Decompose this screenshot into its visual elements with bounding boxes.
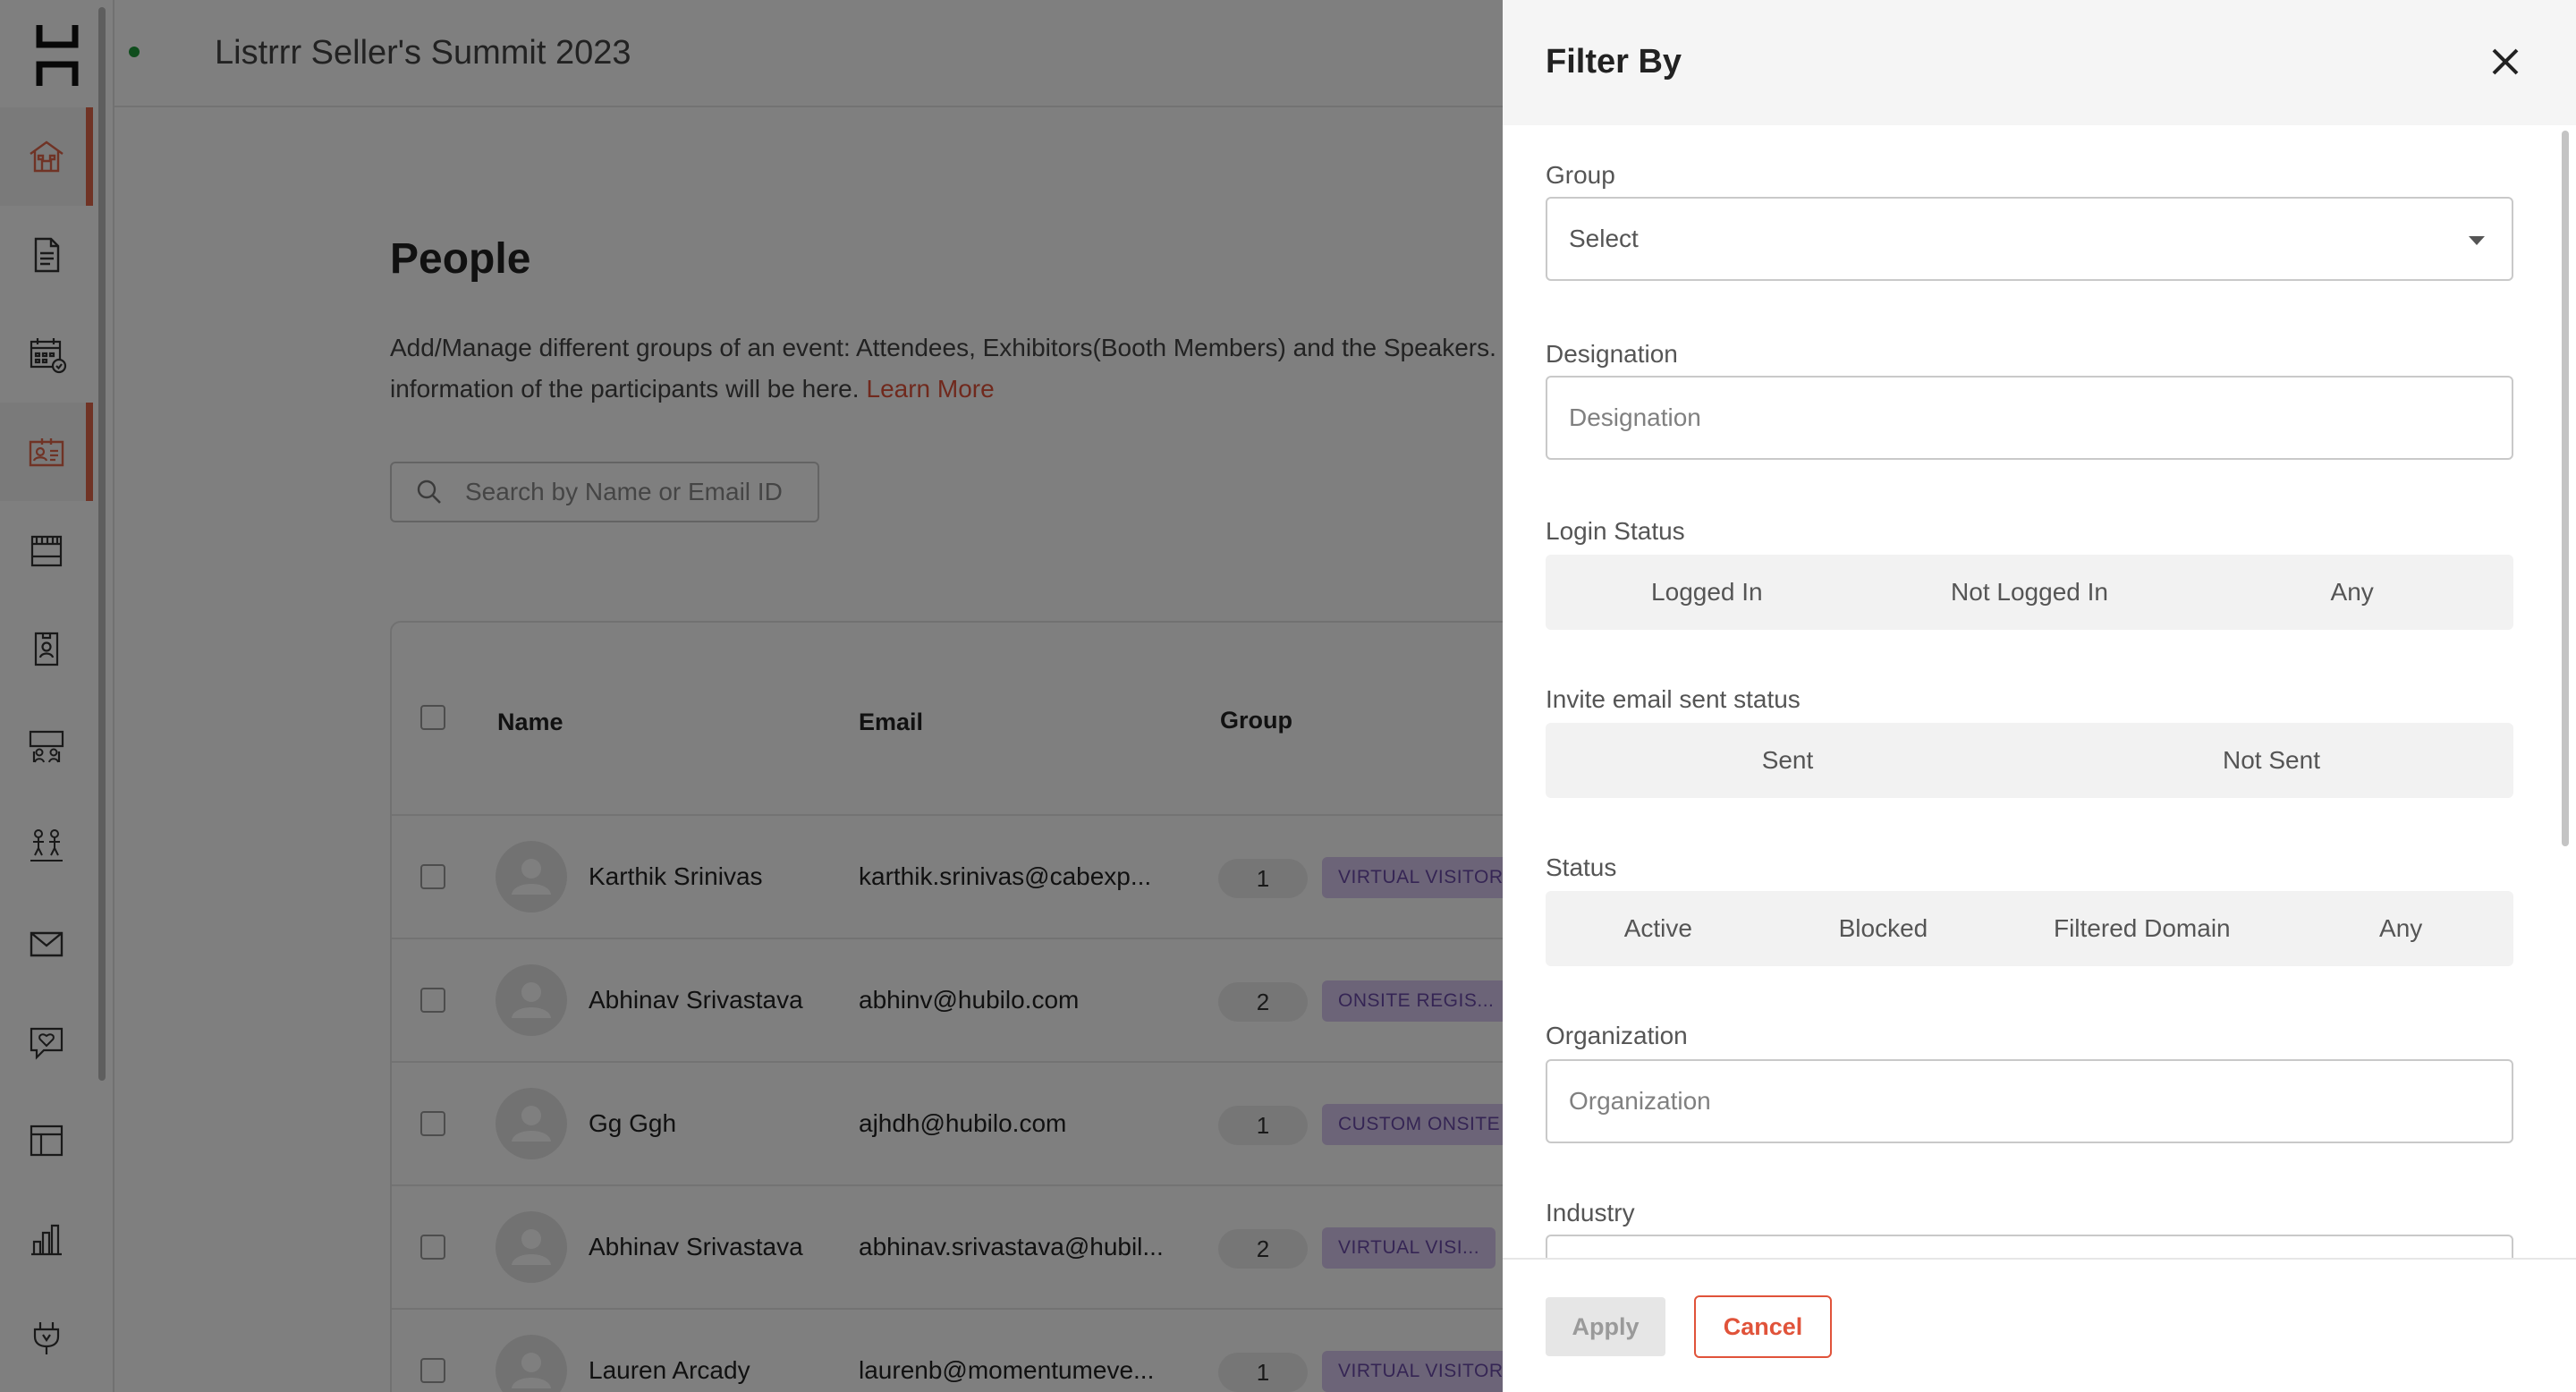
filter-drawer-header: Filter By	[1503, 0, 2576, 125]
industry-label: Industry	[1546, 1199, 1635, 1226]
industry-select[interactable]	[1546, 1235, 2513, 1258]
cancel-button[interactable]: Cancel	[1694, 1295, 1832, 1358]
group-select[interactable]: Select	[1546, 197, 2513, 281]
drawer-scrollbar[interactable]	[2562, 131, 2569, 846]
login-status-option-any[interactable]: Any	[2190, 555, 2513, 630]
close-button[interactable]	[2485, 41, 2526, 82]
designation-label: Designation	[1546, 340, 1678, 368]
apply-button[interactable]: Apply	[1546, 1297, 1665, 1356]
filter-title: Filter By	[1546, 43, 1682, 81]
invite-option-sent[interactable]: Sent	[1546, 723, 2029, 798]
invite-status-label: Invite email sent status	[1546, 685, 1801, 713]
login-status-toggle: Logged In Not Logged In Any	[1546, 555, 2513, 630]
status-label: Status	[1546, 853, 1617, 881]
chevron-down-icon	[2469, 236, 2485, 245]
status-toggle: Active Blocked Filtered Domain Any	[1546, 891, 2513, 966]
organization-input[interactable]	[1546, 1059, 2513, 1143]
designation-input[interactable]	[1546, 376, 2513, 460]
login-status-option-not-logged-in[interactable]: Not Logged In	[1868, 555, 2191, 630]
invite-option-not-sent[interactable]: Not Sent	[2029, 723, 2513, 798]
filter-drawer: Filter By Group Select Designation Login…	[1503, 0, 2576, 1392]
login-status-option-logged-in[interactable]: Logged In	[1546, 555, 1868, 630]
group-label: Group	[1546, 161, 1615, 189]
close-icon	[2492, 48, 2519, 75]
login-status-label: Login Status	[1546, 517, 1685, 545]
group-select-value: Select	[1569, 225, 1639, 252]
status-option-blocked[interactable]: Blocked	[1771, 891, 1996, 966]
status-option-filtered-domain[interactable]: Filtered Domain	[1996, 891, 2288, 966]
filter-drawer-body: Group Select Designation Login Status Lo…	[1503, 125, 2576, 1258]
filter-drawer-footer: Apply Cancel	[1503, 1258, 2576, 1392]
organization-label: Organization	[1546, 1022, 1688, 1049]
invite-status-toggle: Sent Not Sent	[1546, 723, 2513, 798]
status-option-any[interactable]: Any	[2288, 891, 2513, 966]
status-option-active[interactable]: Active	[1546, 891, 1771, 966]
